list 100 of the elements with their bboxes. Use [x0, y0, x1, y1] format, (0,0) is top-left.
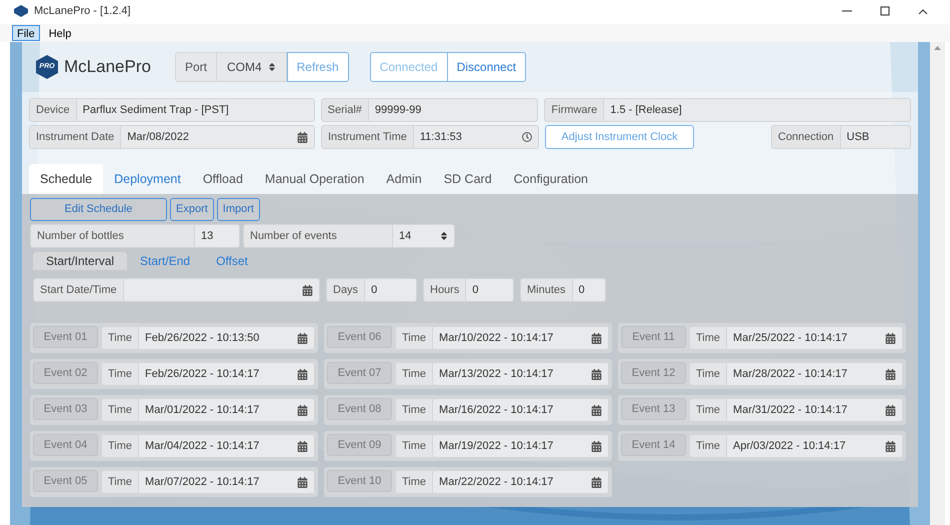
- input-field[interactable]: 1.5 - [Release]: [604, 98, 911, 122]
- app-name: McLanePro: [64, 56, 151, 78]
- input-field[interactable]: Apr/03/2022 - 10:14:17: [727, 434, 903, 458]
- app-icon: [14, 5, 28, 18]
- field-label: Time: [395, 398, 434, 422]
- calendar-icon[interactable]: [297, 440, 308, 452]
- event-label: Event 02: [33, 362, 98, 384]
- input-field[interactable]: 0: [572, 278, 606, 302]
- calendar-icon[interactable]: [302, 284, 313, 296]
- field-label: Time: [689, 434, 728, 458]
- maximize-icon[interactable]: [880, 6, 890, 16]
- input-field[interactable]: Mar/25/2022 - 10:14:17: [727, 326, 903, 350]
- tab[interactable]: Offload: [192, 164, 254, 194]
- input-field[interactable]: Mar/13/2022 - 10:14:17: [433, 362, 609, 386]
- sub-tab[interactable]: Start/Interval: [33, 252, 128, 270]
- calendar-icon[interactable]: [885, 404, 896, 416]
- menu-item[interactable]: Help: [44, 25, 76, 41]
- scrollbar[interactable]: [930, 42, 945, 525]
- input-field[interactable]: Mar/07/2022 - 10:14:17: [139, 470, 315, 494]
- input-field[interactable]: Parflux Sediment Trap - [PST]: [76, 98, 315, 122]
- input-field[interactable]: 0: [365, 278, 417, 302]
- field-label: Instrument Date: [29, 125, 122, 149]
- field-label: Connection: [771, 125, 841, 149]
- event-label: Event 04: [33, 434, 98, 456]
- event-label: Event 01: [33, 326, 98, 348]
- input-field[interactable]: Mar/31/2022 - 10:14:17: [727, 398, 903, 422]
- field-label: Number of events: [243, 224, 393, 248]
- calendar-icon[interactable]: [885, 368, 896, 380]
- field-label: Time: [689, 326, 728, 350]
- event-label: Event 10: [327, 470, 392, 492]
- clock-icon[interactable]: [522, 132, 532, 142]
- input-field[interactable]: Mar/04/2022 - 10:14:17: [139, 434, 315, 458]
- field-label: Minutes: [520, 278, 573, 302]
- calendar-icon[interactable]: [591, 476, 602, 488]
- sort-icon: [268, 62, 276, 72]
- field-label: Time: [101, 326, 140, 350]
- field-label: Instrument Time: [321, 125, 414, 149]
- event-label: Event 05: [33, 470, 98, 492]
- tab[interactable]: SD Card: [432, 164, 503, 194]
- window-title: McLanePro - [1.2.4]: [34, 4, 131, 19]
- event-label: Event 08: [327, 398, 392, 420]
- input-field[interactable]: Mar/16/2022 - 10:14:17: [433, 398, 609, 422]
- field-label: Time: [689, 362, 728, 386]
- calendar-icon[interactable]: [297, 476, 308, 488]
- input-field[interactable]: Mar/19/2022 - 10:14:17: [433, 434, 609, 458]
- input-field[interactable]: 13: [195, 224, 240, 248]
- input-field[interactable]: 0: [466, 278, 514, 302]
- field-label: Number of bottles: [30, 224, 195, 248]
- event-label: Event 12: [621, 362, 686, 384]
- input-field[interactable]: Mar/28/2022 - 10:14:17: [727, 362, 903, 386]
- event-label: Event 11: [621, 326, 686, 348]
- tab[interactable]: Manual Operation: [254, 164, 376, 194]
- field-label: Time: [101, 362, 140, 386]
- event-label: Event 07: [327, 362, 392, 384]
- calendar-icon[interactable]: [297, 368, 308, 380]
- calendar-icon[interactable]: [885, 440, 896, 452]
- calendar-icon[interactable]: [591, 404, 602, 416]
- field-label: Time: [395, 326, 434, 350]
- tab[interactable]: Deployment: [103, 164, 192, 194]
- calendar-icon[interactable]: [297, 332, 308, 344]
- input-field[interactable]: 14: [393, 224, 455, 248]
- field-label: Time: [395, 470, 434, 494]
- calendar-icon[interactable]: [591, 368, 602, 380]
- field-label: Time: [689, 398, 728, 422]
- calendar-icon[interactable]: [591, 440, 602, 452]
- menu-item[interactable]: File: [12, 25, 40, 41]
- field-label: Start Date/Time: [33, 278, 124, 302]
- input-field[interactable]: Feb/26/2022 - 10:13:50: [139, 326, 315, 350]
- calendar-icon[interactable]: [885, 332, 896, 344]
- input-field[interactable]: [124, 278, 320, 302]
- input-field[interactable]: 99999-99: [368, 98, 538, 122]
- tab[interactable]: Configuration: [502, 164, 600, 194]
- input-field[interactable]: USB: [840, 125, 911, 149]
- field-label: Firmware: [544, 98, 604, 122]
- field-label: Time: [395, 362, 434, 386]
- tab[interactable]: Schedule: [29, 164, 104, 194]
- input-field[interactable]: Mar/01/2022 - 10:14:17: [139, 398, 315, 422]
- field-label: Time: [395, 434, 434, 458]
- calendar-icon[interactable]: [297, 132, 308, 142]
- field-label: Days: [326, 278, 366, 302]
- field-label: Time: [101, 434, 140, 458]
- sort-icon[interactable]: [440, 231, 448, 241]
- input-field[interactable]: 11:31:53: [414, 125, 539, 149]
- port-label: Port: [174, 52, 217, 82]
- connection-button[interactable]: Disconnect: [448, 52, 526, 82]
- tab[interactable]: Admin: [375, 164, 433, 194]
- input-field[interactable]: Mar/22/2022 - 10:14:17: [433, 470, 609, 494]
- field-label: Serial#: [320, 98, 369, 122]
- calendar-icon[interactable]: [591, 332, 602, 344]
- input-field[interactable]: Mar/08/2022: [121, 125, 315, 149]
- event-label: Event 14: [621, 434, 686, 456]
- field-label: Device: [29, 98, 77, 122]
- field-label: Hours: [423, 278, 466, 302]
- event-label: Event 09: [327, 434, 392, 456]
- input-field[interactable]: Mar/10/2022 - 10:14:17: [433, 326, 609, 350]
- input-field[interactable]: Feb/26/2022 - 10:14:17: [139, 362, 315, 386]
- calendar-icon[interactable]: [297, 404, 308, 416]
- port-select[interactable]: COM4: [216, 52, 287, 82]
- field-label: Time: [101, 398, 140, 422]
- event-label: Event 06: [327, 326, 392, 348]
